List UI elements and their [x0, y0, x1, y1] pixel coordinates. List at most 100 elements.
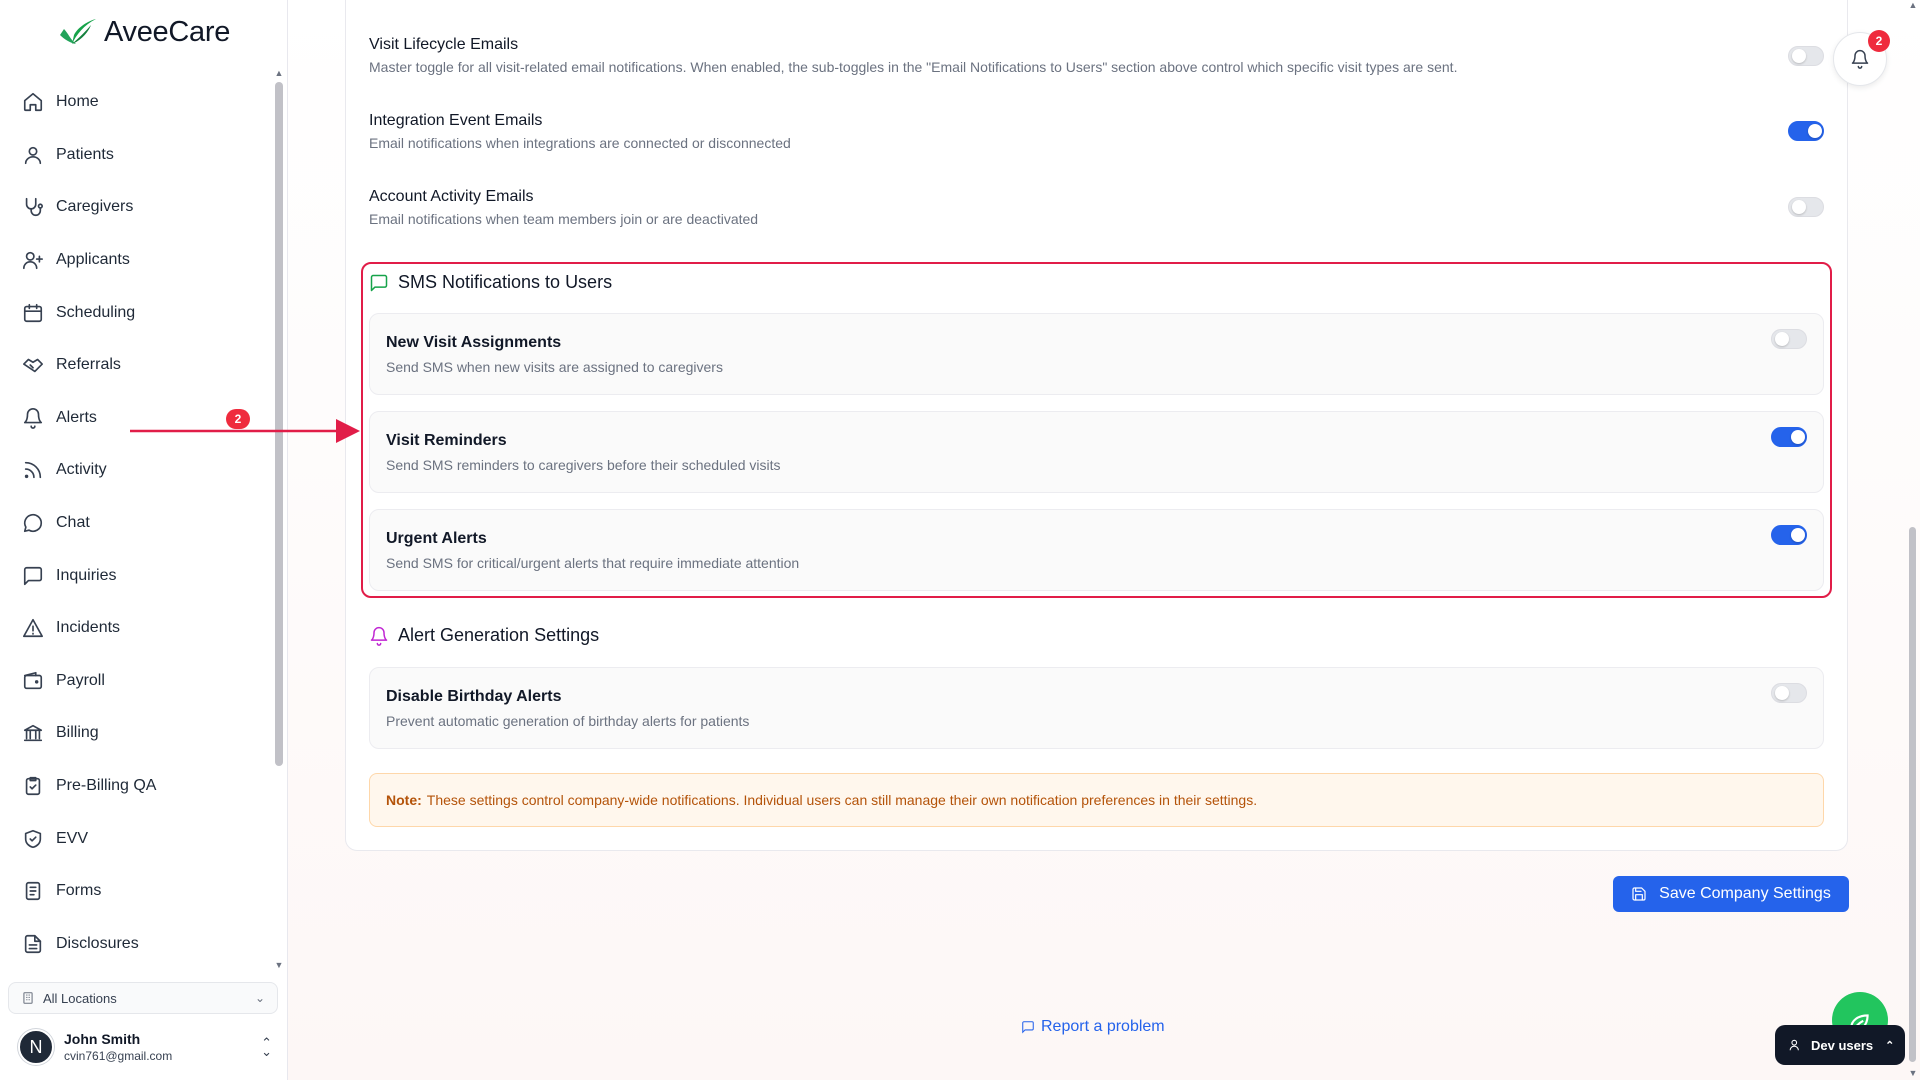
- toggle-knob: [1775, 686, 1789, 700]
- sidebar-item-label: EVV: [56, 829, 89, 847]
- sidebar-item-incidents[interactable]: Incidents: [0, 602, 282, 655]
- sidebar-item-pre-billing-qa[interactable]: Pre-Billing QA: [0, 760, 282, 813]
- location-label: All Locations: [43, 990, 117, 1006]
- toggle-knob: [1792, 200, 1806, 214]
- brand-logo[interactable]: AveeCare: [0, 0, 287, 64]
- sidebar-item-billing[interactable]: Billing: [0, 707, 282, 760]
- sidebar-item-label: Scheduling: [56, 303, 136, 321]
- sidebar-item-label: Alerts: [56, 408, 97, 426]
- sidebar-scroll-down-arrow[interactable]: ▼: [274, 960, 284, 970]
- account-activity-emails-toggle[interactable]: [1788, 197, 1824, 217]
- bell-icon: [23, 407, 43, 429]
- annotation-arrow: [130, 419, 360, 443]
- save-button-label: Save Company Settings: [1659, 885, 1831, 902]
- setting-description: Prevent automatic generation of birthday…: [386, 713, 750, 729]
- bank-icon: [23, 725, 43, 742]
- user-menu[interactable]: N John Smith cvin761@gmail.com ⌃ ⌄: [18, 1022, 280, 1072]
- dev-users-toggle-button[interactable]: Dev users ⌃: [1775, 1025, 1905, 1065]
- disable-birthday-alerts-toggle[interactable]: [1771, 683, 1807, 703]
- chevron-down-icon: ⌄: [254, 991, 265, 1005]
- location-selector[interactable]: All Locations ⌄: [8, 982, 278, 1014]
- user-email: cvin761@gmail.com: [64, 1049, 173, 1063]
- chat-icon: [23, 514, 43, 533]
- sidebar-item-activity[interactable]: Activity: [0, 444, 282, 497]
- highlight-box: [361, 262, 1832, 598]
- page-scrollbar[interactable]: [1909, 527, 1916, 1062]
- setting-title: Integration Event Emails: [369, 112, 543, 129]
- setting-title: Disable Birthday Alerts: [386, 688, 562, 705]
- visit-lifecycle-emails-toggle[interactable]: [1788, 46, 1824, 66]
- clipboard-check-icon: [25, 776, 41, 796]
- users-icon: [1789, 1039, 1799, 1051]
- section-title: Alert Generation Settings: [398, 625, 600, 645]
- sidebar-item-label: Disclosures: [56, 934, 139, 952]
- setting-title: Account Activity Emails: [369, 188, 534, 205]
- chevron-up-icon: ⌃: [1885, 1039, 1895, 1052]
- integration-event-emails-toggle[interactable]: [1788, 121, 1824, 141]
- sidebar-item-label: Inquiries: [56, 566, 117, 584]
- document-icon: [24, 934, 42, 953]
- user-plus-icon: [23, 251, 43, 270]
- shield-check-icon: [24, 829, 42, 848]
- sidebar-item-label: Referrals: [56, 356, 121, 374]
- sidebar-item-label: Chat: [56, 514, 90, 532]
- sidebar-item-chat[interactable]: Chat: [0, 497, 282, 550]
- sidebar-nav: Home Patients Caregivers Applicants Sche…: [0, 68, 282, 970]
- sidebar-item-label: Home: [56, 93, 99, 111]
- sidebar-item-payroll[interactable]: Payroll: [0, 655, 282, 708]
- sidebar-item-label: Billing: [56, 724, 99, 742]
- note-label: Note:: [386, 792, 422, 808]
- sidebar: AveeCare Home Patients Caregivers Applic…: [0, 0, 288, 1080]
- setting-row-visit-lifecycle-emails: Visit Lifecycle Emails Master toggle for…: [369, 36, 1457, 75]
- page-scroll-down-arrow[interactable]: ▼: [1908, 1068, 1918, 1078]
- brand-name: AveeCare: [104, 15, 231, 48]
- setting-description: Master toggle for all visit-related emai…: [369, 59, 1458, 75]
- user-icon: [24, 146, 42, 164]
- toggle-knob: [1808, 124, 1822, 138]
- sidebar-item-disclosures[interactable]: Disclosures: [0, 918, 282, 971]
- page-scroll-up-arrow[interactable]: ▲: [1908, 0, 1918, 10]
- sidebar-item-label: Forms: [56, 882, 102, 900]
- chevron-up-down-icon: ⌃ ⌄: [261, 1035, 272, 1059]
- sidebar-item-patients[interactable]: Patients: [0, 129, 282, 182]
- handshake-icon: [23, 358, 43, 373]
- sidebar-item-evv[interactable]: EVV: [0, 812, 282, 865]
- wallet-icon: [23, 671, 43, 689]
- sidebar-item-label: Payroll: [56, 671, 105, 689]
- avatar: N: [18, 1029, 54, 1065]
- notifications-count-badge: 2: [1868, 30, 1890, 52]
- sidebar-item-inquiries[interactable]: Inquiries: [0, 549, 282, 602]
- bell-icon: [370, 626, 388, 646]
- alert-generation-section-heading: Alert Generation Settings: [369, 625, 599, 646]
- notifications-button[interactable]: 2: [1833, 30, 1890, 86]
- dev-users-label: Dev users: [1811, 1037, 1874, 1053]
- report-problem-label: Report a problem: [1041, 1018, 1165, 1035]
- sidebar-scroll-up-arrow[interactable]: ▲: [274, 68, 284, 78]
- sidebar-item-caregivers[interactable]: Caregivers: [0, 181, 282, 234]
- sidebar-item-forms[interactable]: Forms: [0, 865, 282, 918]
- rss-icon: [24, 462, 42, 479]
- setting-row-account-activity-emails: Account Activity Emails Email notificati…: [369, 188, 758, 227]
- setting-title: Visit Lifecycle Emails: [369, 36, 519, 53]
- leaf-logo-icon: [60, 19, 96, 44]
- sidebar-item-label: Pre-Billing QA: [56, 777, 157, 795]
- sidebar-item-home[interactable]: Home: [0, 76, 282, 129]
- user-name: John Smith: [64, 1031, 141, 1047]
- report-problem-link[interactable]: Report a problem: [1021, 1018, 1165, 1036]
- bell-icon: [1851, 49, 1869, 69]
- message-square-icon: [23, 566, 43, 585]
- sidebar-item-applicants[interactable]: Applicants: [0, 234, 282, 287]
- setting-description: Email notifications when team members jo…: [369, 211, 759, 227]
- sidebar-item-label: Activity: [56, 461, 107, 479]
- setting-description: Email notifications when integrations ar…: [369, 135, 791, 151]
- sidebar-item-scheduling[interactable]: Scheduling: [0, 286, 282, 339]
- save-company-settings-button[interactable]: Save Company Settings: [1613, 876, 1849, 912]
- sidebar-item-referrals[interactable]: Referrals: [0, 339, 282, 392]
- home-icon: [23, 93, 43, 112]
- sidebar-item-label: Applicants: [56, 251, 130, 269]
- note-text: These settings control company-wide noti…: [426, 792, 1258, 808]
- alert-setting-disable-birthday-alerts: Disable Birthday Alerts Prevent automati…: [369, 667, 1824, 749]
- form-icon: [25, 882, 41, 901]
- sidebar-item-label: Incidents: [56, 619, 121, 637]
- toggle-knob: [1792, 49, 1806, 63]
